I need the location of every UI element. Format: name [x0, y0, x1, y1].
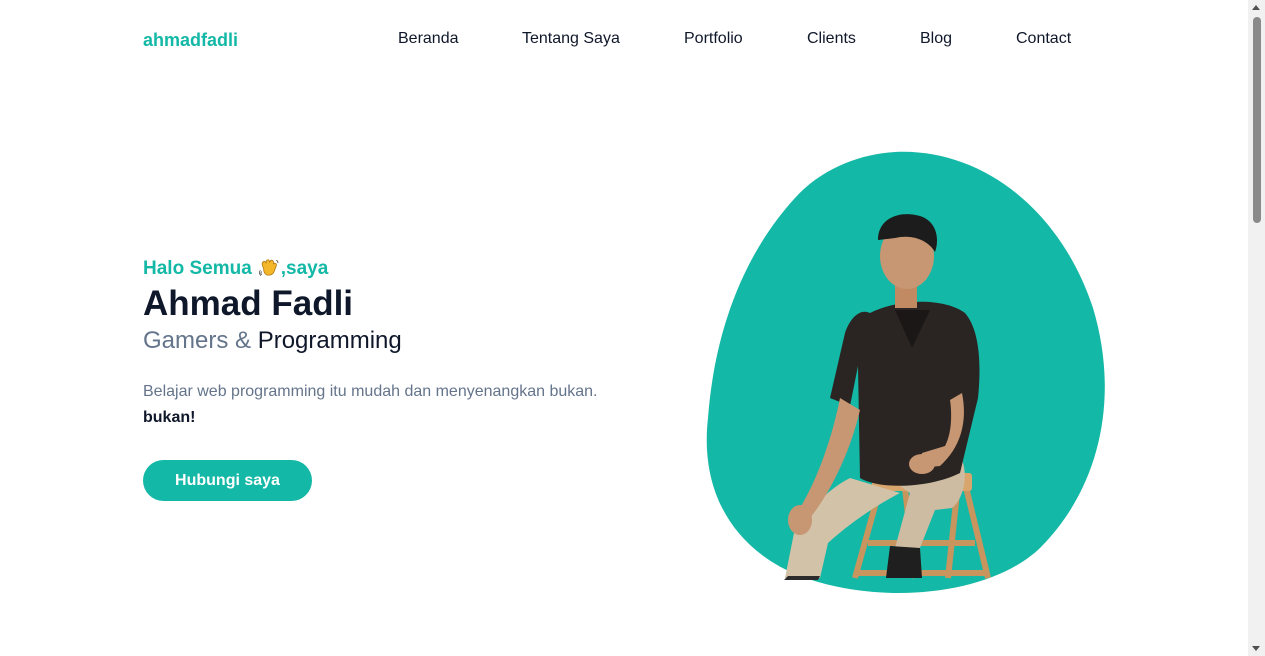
scroll-down-arrow-icon[interactable]: [1252, 646, 1260, 651]
navbar: ahmadfadli Beranda Tentang Saya Portfoli…: [0, 0, 1248, 80]
description-bold: bukan!: [143, 409, 196, 426]
hero-greeting: Halo Semua ,saya: [143, 256, 328, 280]
hero-name: Ahmad Fadli: [143, 284, 354, 323]
nav-link-beranda[interactable]: Beranda: [398, 30, 459, 48]
scroll-up-arrow-icon[interactable]: [1252, 5, 1260, 10]
contact-me-button[interactable]: Hubungi saya: [143, 460, 312, 501]
hero-description: Belajar web programming itu mudah dan me…: [143, 379, 623, 431]
subtitle-strong: Programming: [257, 327, 402, 354]
description-text: Belajar web programming itu mudah dan me…: [143, 383, 598, 400]
hero-subtitle: Gamers & Programming: [143, 327, 402, 355]
waving-hand-icon: [258, 256, 280, 278]
greeting-suffix: ,saya: [280, 258, 329, 279]
brand-logo[interactable]: ahmadfadli: [143, 30, 238, 51]
nav-link-tentang-saya[interactable]: Tentang Saya: [522, 30, 620, 48]
hero-photo: [706, 151, 1105, 593]
hero-image: [700, 148, 1110, 603]
nav-link-contact[interactable]: Contact: [1016, 30, 1071, 48]
subtitle-muted: Gamers &: [143, 327, 258, 354]
scrollbar-thumb[interactable]: [1253, 17, 1261, 223]
greeting-text: Halo Semua: [143, 258, 252, 279]
nav-link-blog[interactable]: Blog: [920, 30, 952, 48]
nav-link-portfolio[interactable]: Portfolio: [684, 30, 743, 48]
scrollbar[interactable]: [1248, 0, 1265, 656]
nav-link-clients[interactable]: Clients: [807, 30, 856, 48]
